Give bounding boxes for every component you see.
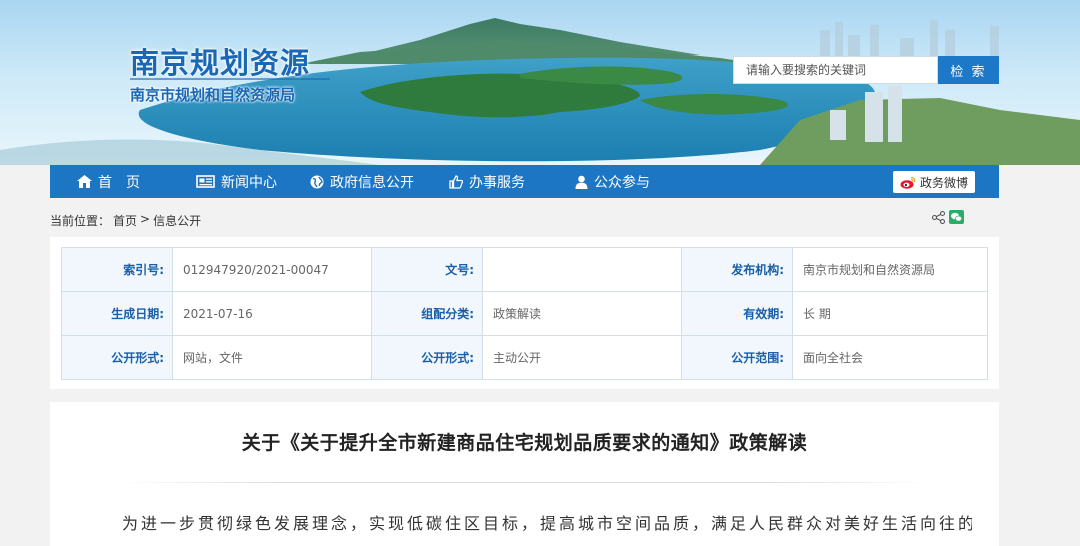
share-icon[interactable] [932,210,945,224]
nav-label-news: 新闻中心 [221,174,277,191]
thumbs-up-icon [449,174,463,189]
meta-value: 面向全社会 [792,335,988,380]
meta-value [482,247,682,292]
weibo-button[interactable]: 政务微博 [892,171,975,193]
meta-key: 索引号: [61,247,173,292]
home-icon [77,175,92,188]
meta-value: 012947920/2021-00047 [172,247,372,292]
info-metadata-panel: 索引号: 012947920/2021-00047 文号: 发布机构: 南京市规… [50,237,999,389]
metadata-table: 索引号: 012947920/2021-00047 文号: 发布机构: 南京市规… [61,247,988,380]
meta-value: 长 期 [792,291,988,336]
meta-value: 南京市规划和自然资源局 [792,247,988,292]
site-subtitle: 南京市规划和自然资源局 [130,86,296,104]
user-icon [575,175,588,189]
nav-item-home[interactable]: 首 页 [77,165,140,198]
share-bar [928,210,964,224]
main-nav: 首 页 新闻中心 政府信息公开 办事服务 公众参与 政务微博 [50,165,999,198]
newspaper-icon [196,175,215,188]
search-button[interactable]: 检 索 [938,56,999,84]
search-box: 检 索 [733,56,999,84]
table-row: 公开形式: 网站，文件 公开形式: 主动公开 公开范围: 面向全社会 [61,335,988,380]
meta-value: 政策解读 [482,291,682,336]
breadcrumb-separator: > [140,212,151,226]
search-input[interactable] [733,56,938,84]
site-title: 南京规划资源 [130,46,311,80]
meta-value: 主动公开 [482,335,682,380]
article-title: 关于《关于提升全市新建商品住宅规划品质要求的通知》政策解读 [241,432,808,454]
article-panel: 关于《关于提升全市新建商品住宅规划品质要求的通知》政策解读 为进一步贯彻绿色发展… [50,402,999,546]
weibo-label: 政务微博 [919,175,968,190]
meta-key: 生成日期: [61,291,173,336]
header-banner: 南京规划资源 南京市规划和自然资源局 检 索 [0,0,1080,165]
meta-key: 公开范围: [681,335,793,380]
meta-value: 网站，文件 [172,335,372,380]
meta-key: 组配分类: [371,291,483,336]
breadcrumb-home-link[interactable]: 首页 [113,212,137,229]
table-row: 索引号: 012947920/2021-00047 文号: 发布机构: 南京市规… [61,247,988,292]
meta-key: 文号: [371,247,483,292]
nav-item-services[interactable]: 办事服务 [449,165,525,198]
meta-value: 2021-07-16 [172,291,372,336]
nav-item-news[interactable]: 新闻中心 [196,165,277,198]
nav-item-gov-info[interactable]: 政府信息公开 [310,165,414,198]
wechat-icon[interactable] [949,210,964,224]
breadcrumb-current-link[interactable]: 信息公开 [153,212,201,229]
nav-label-gov-info: 政府信息公开 [330,174,414,191]
breadcrumb-prefix: 当前位置： [50,214,111,228]
nav-label-services: 办事服务 [469,174,525,191]
nav-label-public: 公众参与 [594,174,650,191]
table-row: 生成日期: 2021-07-16 组配分类: 政策解读 有效期: 长 期 [61,291,988,336]
article-paragraph: 为进一步贯彻绿色发展理念，实现低碳住区目标，提高城市空间品质，满足人民群众对美好… [122,514,972,533]
title-divider [120,482,929,483]
meta-key: 公开形式: [371,335,483,380]
weibo-icon [900,176,916,189]
nav-item-public[interactable]: 公众参与 [575,165,650,198]
nav-label-home: 首 页 [98,174,140,191]
meta-key: 发布机构: [681,247,793,292]
meta-key: 公开形式: [61,335,173,380]
meta-key: 有效期: [681,291,793,336]
breadcrumb: 当前位置： 首页 > 信息公开 [50,212,204,229]
globe-icon [310,175,324,188]
